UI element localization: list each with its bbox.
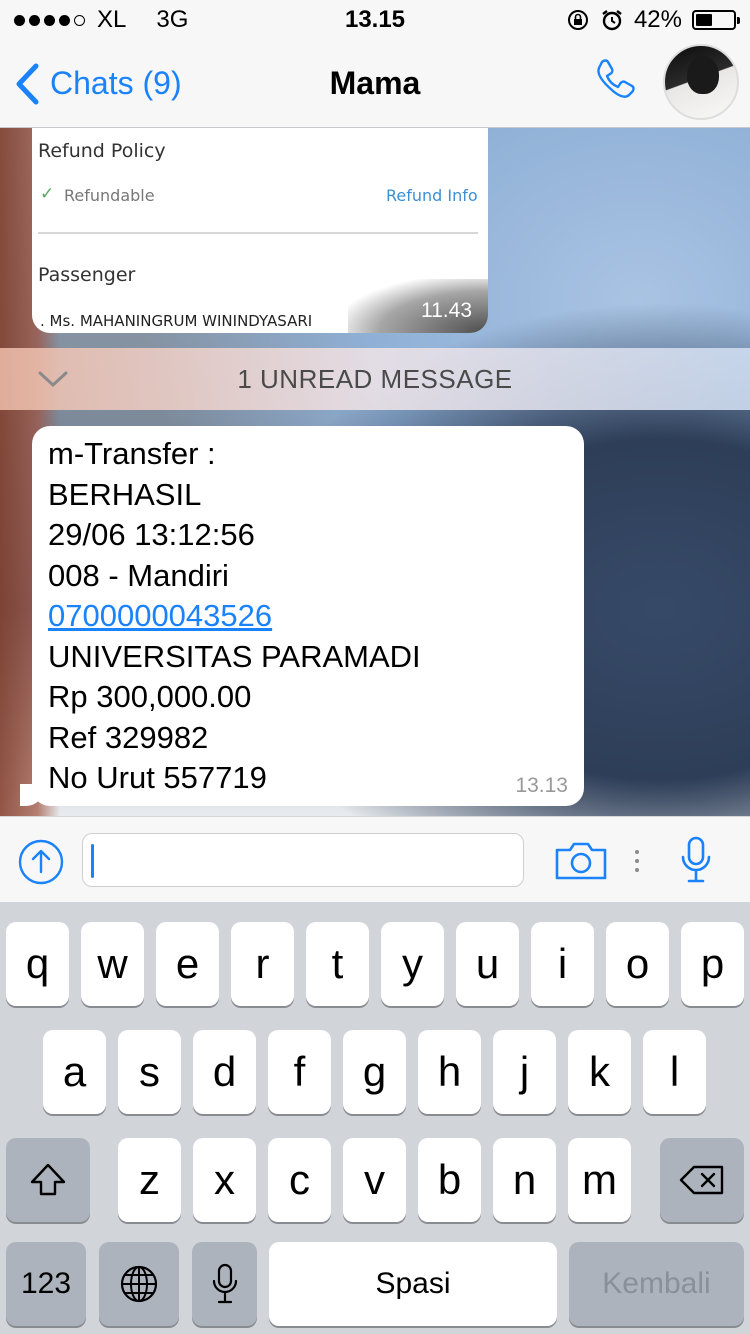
text-cursor xyxy=(91,844,94,878)
backspace-key[interactable] xyxy=(660,1138,744,1222)
message-line: UNIVERSITAS PARAMADI xyxy=(48,638,421,674)
key-t[interactable]: t xyxy=(306,922,369,1006)
battery-icon xyxy=(692,10,740,30)
message-timestamp: 13.13 xyxy=(515,774,568,797)
shift-icon xyxy=(30,1163,66,1196)
compose-bar xyxy=(0,816,750,902)
chat-header: Chats (9) Mama xyxy=(0,40,750,128)
message-line: Ref 329982 xyxy=(48,719,209,755)
key-s[interactable]: s xyxy=(118,1030,181,1114)
status-left: XL 3G xyxy=(14,6,188,34)
key-i[interactable]: i xyxy=(531,922,594,1006)
message-list[interactable]: Refund Policy ✓ Refundable Refund Info P… xyxy=(0,128,750,816)
dictation-key[interactable] xyxy=(192,1242,257,1326)
key-m[interactable]: m xyxy=(568,1138,631,1222)
key-e[interactable]: e xyxy=(156,922,219,1006)
chevron-left-icon xyxy=(16,63,39,104)
refund-policy-label: Refund Policy xyxy=(38,140,166,162)
key-b[interactable]: b xyxy=(418,1138,481,1222)
key-n[interactable]: n xyxy=(493,1138,556,1222)
status-right: 42% xyxy=(566,6,740,34)
key-z[interactable]: z xyxy=(118,1138,181,1222)
text-message[interactable]: m-Transfer : BERHASIL 29/06 13:12:56 008… xyxy=(20,426,584,806)
key-p[interactable]: p xyxy=(681,922,744,1006)
network-type: 3G xyxy=(156,6,189,33)
keyboard: q w e r t y u i o p a s d f g h j k l z … xyxy=(0,902,750,1334)
battery-percent: 42% xyxy=(633,6,682,33)
rotation-lock-icon xyxy=(567,10,588,30)
message-line: m-Transfer : xyxy=(48,436,216,471)
numbers-key[interactable]: 123 xyxy=(6,1242,86,1326)
key-h[interactable]: h xyxy=(418,1030,481,1114)
key-o[interactable]: o xyxy=(606,922,669,1006)
refund-info-link: Refund Info xyxy=(386,186,478,205)
key-v[interactable]: v xyxy=(343,1138,406,1222)
key-f[interactable]: f xyxy=(268,1030,331,1114)
key-u[interactable]: u xyxy=(456,922,519,1006)
return-key[interactable]: Kembali xyxy=(569,1242,744,1326)
key-l[interactable]: l xyxy=(643,1030,706,1114)
key-w[interactable]: w xyxy=(81,922,144,1006)
image-message[interactable]: Refund Policy ✓ Refundable Refund Info P… xyxy=(32,128,488,333)
message-line: No Urut 557719 xyxy=(48,760,267,795)
microphone-icon xyxy=(212,1263,237,1304)
status-bar: XL 3G 13.15 42% xyxy=(0,0,750,40)
message-line: 29/06 13:12:56 xyxy=(48,517,255,552)
contact-avatar[interactable] xyxy=(663,44,739,120)
check-icon: ✓ xyxy=(40,184,55,204)
key-g[interactable]: g xyxy=(343,1030,406,1114)
account-number-link[interactable]: 0700000043526 xyxy=(48,596,568,637)
message-input[interactable] xyxy=(82,833,524,887)
signal-strength-icon xyxy=(14,14,85,26)
key-a[interactable]: a xyxy=(43,1030,106,1114)
message-line: BERHASIL xyxy=(48,476,202,512)
unread-label: 1 UNREAD MESSAGE xyxy=(237,363,513,394)
globe-key[interactable] xyxy=(99,1242,179,1326)
key-j[interactable]: j xyxy=(493,1030,556,1114)
passenger-label: Passenger xyxy=(38,264,136,286)
space-key[interactable]: Spasi xyxy=(269,1242,557,1326)
more-icon xyxy=(635,850,639,872)
camera-icon[interactable] xyxy=(554,841,608,881)
key-x[interactable]: x xyxy=(193,1138,256,1222)
key-c[interactable]: c xyxy=(268,1138,331,1222)
chevron-down-icon[interactable] xyxy=(36,364,70,394)
refundable-label: Refundable xyxy=(64,186,155,205)
shift-key[interactable] xyxy=(6,1138,90,1222)
back-button[interactable]: Chats (9) xyxy=(14,63,182,105)
phone-call-icon[interactable] xyxy=(592,56,640,104)
delete-icon xyxy=(679,1165,724,1195)
key-k[interactable]: k xyxy=(568,1030,631,1114)
alarm-icon xyxy=(602,10,622,31)
unread-divider: 1 UNREAD MESSAGE xyxy=(0,348,750,410)
upload-icon[interactable] xyxy=(18,839,64,885)
key-r[interactable]: r xyxy=(231,922,294,1006)
key-d[interactable]: d xyxy=(193,1030,256,1114)
key-q[interactable]: q xyxy=(6,922,69,1006)
message-timestamp: 11.43 xyxy=(421,299,472,322)
back-label: Chats (9) xyxy=(50,65,182,101)
key-y[interactable]: y xyxy=(381,922,444,1006)
message-line: 008 - Mandiri xyxy=(48,557,229,593)
globe-icon xyxy=(120,1265,158,1303)
carrier-name: XL xyxy=(97,6,127,33)
microphone-icon[interactable] xyxy=(680,835,712,885)
divider xyxy=(38,232,478,234)
message-line: Rp 300,000.00 xyxy=(48,679,252,714)
whatsapp-chat-screen: XL 3G 13.15 42% Chats (9) Mama Refund Po… xyxy=(0,0,750,1334)
passenger-name: . Ms. MAHANINGRUM WININDYASARI xyxy=(40,312,313,330)
